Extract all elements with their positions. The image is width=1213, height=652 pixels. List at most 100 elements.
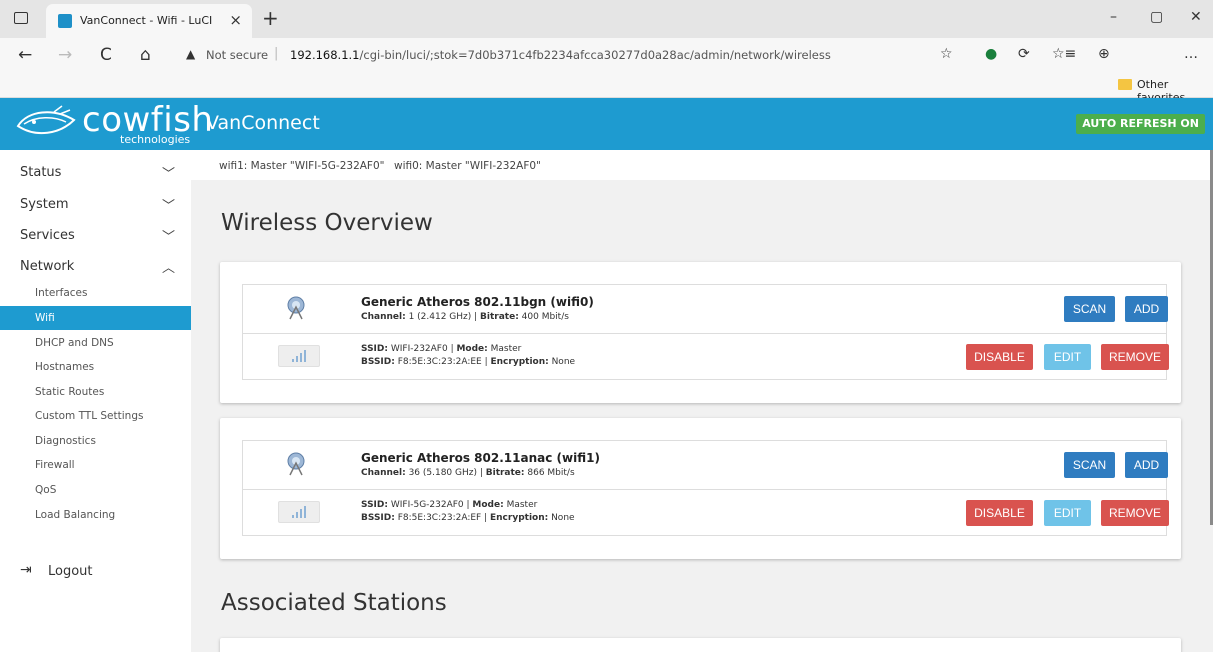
browser-tab-bar: VanConnect - Wifi - LuCI × + – ▢ ✕: [0, 0, 1213, 38]
associated-stations-title: Associated Stations: [221, 590, 447, 616]
sidebar: Status ﹀ System ﹀ Services ﹀ Network ︿ I…: [0, 150, 191, 652]
more-icon[interactable]: …: [1184, 46, 1198, 62]
sidebar-item-label: Custom TTL Settings: [35, 410, 144, 422]
tab-title: VanConnect - Wifi - LuCI: [80, 14, 213, 27]
restore-icon[interactable]: ▢: [1150, 9, 1163, 25]
device-table: Generic Atheros 802.11bgn (wifi0) Channe…: [242, 284, 1169, 380]
sidebar-item-label: System: [20, 197, 69, 212]
scan-button[interactable]: SCAN: [1064, 296, 1115, 322]
device-row: Generic Atheros 802.11bgn (wifi0) Channe…: [243, 285, 1168, 333]
chevron-down-icon: ﹀: [162, 199, 176, 214]
window-close-icon[interactable]: ✕: [1190, 9, 1202, 25]
sidebar-item-status[interactable]: Status ﹀: [0, 157, 191, 187]
sync-icon[interactable]: ⟳: [1018, 46, 1030, 62]
sidebar-item-label: Static Routes: [35, 386, 105, 398]
disable-button[interactable]: DISABLE: [966, 500, 1033, 526]
favorites-icon[interactable]: ☆≡: [1052, 46, 1076, 62]
sidebar-item-label: Load Balancing: [35, 509, 116, 521]
address-separator: |: [274, 46, 279, 61]
main-content: wifi1: Master "WIFI-5G-232AF0" wifi0: Ma…: [191, 150, 1213, 652]
device-table: Generic Atheros 802.11anac (wifi1) Chann…: [242, 440, 1169, 536]
network-bssid-info: BSSID: F8:5E:3C:23:2A:EF | Encryption: N…: [361, 513, 575, 523]
sidebar-item-label: Hostnames: [35, 361, 95, 373]
chevron-down-icon: ﹀: [162, 230, 176, 245]
logout-link[interactable]: Logout: [48, 564, 93, 579]
device-name: Generic Atheros 802.11bgn (wifi0): [361, 295, 594, 309]
sidebar-item-static-routes[interactable]: Static Routes: [0, 380, 191, 404]
sidebar-item-hostnames[interactable]: Hostnames: [0, 355, 191, 379]
warning-icon[interactable]: ▲: [186, 47, 195, 61]
favicon-icon: [58, 14, 72, 28]
remove-button[interactable]: REMOVE: [1101, 500, 1169, 526]
sidebar-item-label: Interfaces: [35, 287, 88, 299]
sidebar-item-services[interactable]: Services ﹀: [0, 220, 191, 250]
favorite-star-icon[interactable]: ☆: [940, 46, 953, 62]
not-secure-label[interactable]: Not secure: [206, 48, 268, 62]
folder-icon[interactable]: [1118, 79, 1132, 90]
signal-strength-icon: [292, 506, 306, 518]
add-button[interactable]: ADD: [1125, 452, 1168, 478]
edit-button[interactable]: EDIT: [1044, 344, 1091, 370]
sidebar-item-label: Diagnostics: [35, 435, 96, 447]
sidebar-item-label: Network: [20, 259, 75, 274]
logo-subtitle: technologies: [120, 133, 191, 146]
chevron-up-icon: ︿: [162, 261, 176, 276]
sidebar-item-interfaces[interactable]: Interfaces: [0, 281, 191, 305]
device-panel: Generic Atheros 802.11anac (wifi1) Chann…: [220, 418, 1181, 559]
disable-button[interactable]: DISABLE: [966, 344, 1033, 370]
signal-strength-icon: [292, 350, 306, 362]
brand-title: VanConnect: [206, 112, 320, 134]
wifi-radio-icon: [287, 452, 305, 476]
new-tab-icon[interactable]: +: [262, 6, 279, 30]
sidebar-item-custom-ttl[interactable]: Custom TTL Settings: [0, 404, 191, 428]
tab-actions-icon[interactable]: [14, 12, 28, 24]
sidebar-item-label: Firewall: [35, 459, 75, 471]
forward-icon[interactable]: →: [58, 45, 72, 65]
back-icon[interactable]: ←: [18, 45, 32, 65]
url-host: 192.168.1.1: [290, 48, 360, 62]
auto-refresh-toggle[interactable]: AUTO REFRESH ON: [1076, 114, 1205, 134]
tab-close-icon[interactable]: ×: [229, 11, 242, 29]
network-ssid-info: SSID: WIFI-232AF0 | Mode: Master: [361, 344, 522, 354]
sidebar-item-firewall[interactable]: Firewall: [0, 453, 191, 477]
sidebar-item-label: Status: [20, 165, 62, 180]
app-header: cowfish technologies VanConnect AUTO REF…: [0, 98, 1213, 150]
sidebar-item-load-balancing[interactable]: Load Balancing: [0, 503, 191, 527]
wireless-overview-title: Wireless Overview: [221, 210, 433, 236]
sidebar-item-network[interactable]: Network ︿: [0, 251, 191, 281]
sidebar-item-diagnostics[interactable]: Diagnostics: [0, 429, 191, 453]
sidebar-item-wifi[interactable]: Wifi: [0, 306, 191, 330]
network-row: SSID: WIFI-232AF0 | Mode: Master BSSID: …: [243, 333, 1169, 379]
minimize-icon[interactable]: –: [1110, 9, 1117, 25]
wifi0-status: wifi0: Master "WIFI-232AF0": [394, 160, 541, 172]
add-button[interactable]: ADD: [1125, 296, 1168, 322]
address-bar-row: ← → C ⌂ ▲ Not secure | 192.168.1.1/cgi-b…: [0, 38, 1213, 72]
scan-button[interactable]: SCAN: [1064, 452, 1115, 478]
remove-button[interactable]: REMOVE: [1101, 344, 1169, 370]
url-path: /cgi-bin/luci/;stok=7d0b371c4fb2234afcca…: [359, 48, 831, 62]
device-name: Generic Atheros 802.11anac (wifi1): [361, 451, 600, 465]
browser-tab[interactable]: VanConnect - Wifi - LuCI ×: [46, 4, 252, 38]
collections-icon[interactable]: ⊕: [1098, 46, 1110, 62]
wifi-status-bar: wifi1: Master "WIFI-5G-232AF0" wifi0: Ma…: [191, 150, 1213, 180]
address-input[interactable]: 192.168.1.1/cgi-bin/luci/;stok=7d0b371c4…: [290, 48, 831, 62]
wifi1-status: wifi1: Master "WIFI-5G-232AF0": [219, 160, 385, 172]
cowfish-logo-icon[interactable]: [14, 104, 78, 142]
sidebar-item-system[interactable]: System ﹀: [0, 189, 191, 219]
signal-badge: [278, 501, 320, 523]
refresh-icon[interactable]: C: [100, 45, 112, 65]
network-bssid-info: BSSID: F8:5E:3C:23:2A:EE | Encryption: N…: [361, 357, 576, 367]
device-panel: Generic Atheros 802.11bgn (wifi0) Channe…: [220, 262, 1181, 403]
device-info: Channel: 36 (5.180 GHz) | Bitrate: 866 M…: [361, 468, 575, 478]
device-row: Generic Atheros 802.11anac (wifi1) Chann…: [243, 441, 1168, 489]
sidebar-item-label: DHCP and DNS: [35, 337, 114, 349]
extension-icon[interactable]: ●: [985, 46, 997, 62]
home-icon[interactable]: ⌂: [140, 45, 151, 65]
sidebar-item-qos[interactable]: QoS: [0, 478, 191, 502]
chevron-down-icon: ﹀: [162, 167, 176, 182]
sidebar-item-dhcp-dns[interactable]: DHCP and DNS: [0, 331, 191, 355]
logout-icon[interactable]: ⇥: [20, 562, 32, 578]
edit-button[interactable]: EDIT: [1044, 500, 1091, 526]
sidebar-item-label: QoS: [35, 484, 57, 496]
wifi-radio-icon: [287, 296, 305, 320]
